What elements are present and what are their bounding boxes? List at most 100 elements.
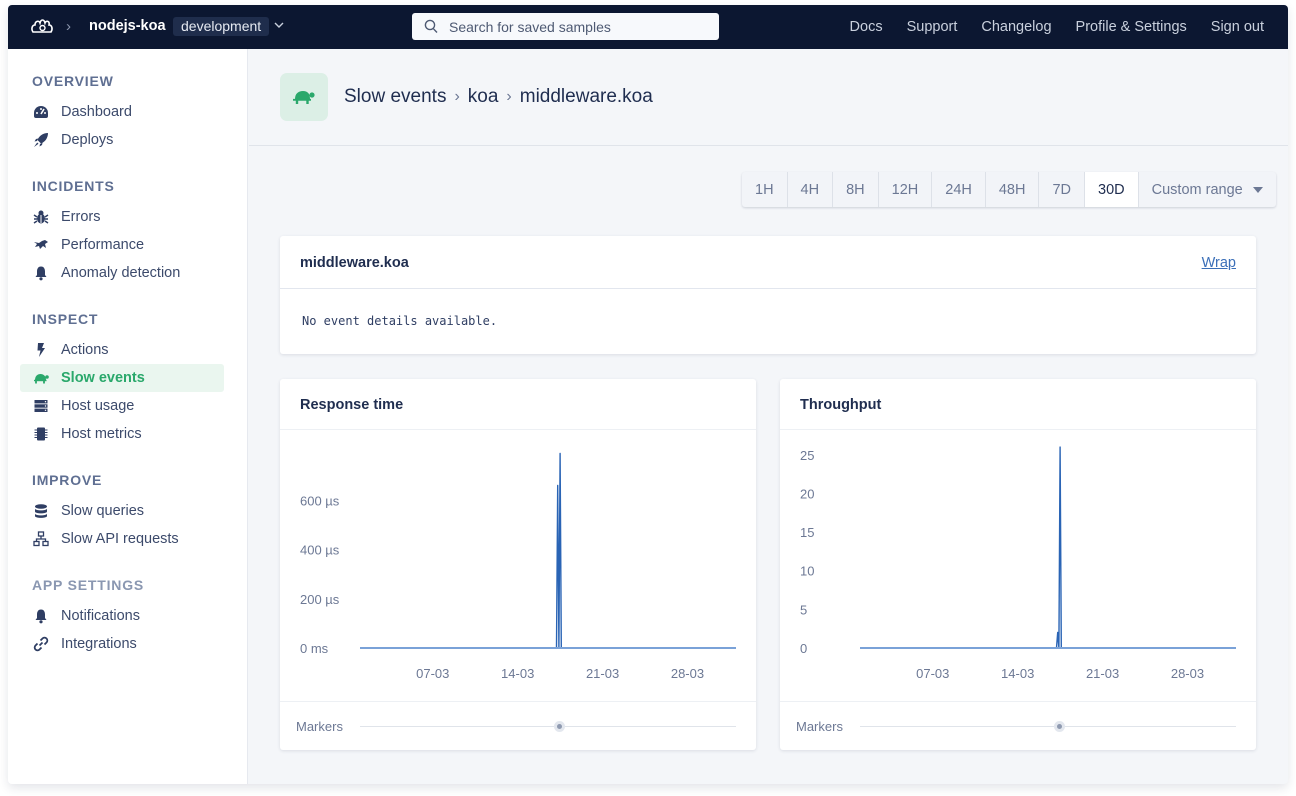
top-nav: Docs Support Changelog Profile & Setting… <box>850 5 1264 49</box>
range-48h[interactable]: 48H <box>986 172 1040 207</box>
sidebar: OVERVIEW Dashboard Deploys INCIDENTS Err… <box>8 49 248 784</box>
slow-events-badge <box>280 73 328 121</box>
rocket-icon <box>34 133 48 147</box>
sidebar-item-slow-queries[interactable]: Slow queries <box>20 497 224 525</box>
app-name[interactable]: nodejs-koa <box>89 18 166 34</box>
x-tick-label: 07-03 <box>916 666 949 681</box>
breadcrumb-chevron-icon: › <box>454 88 460 105</box>
sidebar-section-overview: OVERVIEW <box>32 73 114 89</box>
event-details-header: middleware.koa Wrap <box>280 236 1256 289</box>
caret-down-icon <box>1252 186 1263 193</box>
sidebar-item-label: Deploys <box>61 132 114 148</box>
deploy-marker[interactable] <box>553 721 565 732</box>
nav-sign-out[interactable]: Sign out <box>1211 19 1264 35</box>
x-tick-label: 07-03 <box>416 666 449 681</box>
sidebar-item-label: Host metrics <box>61 426 142 442</box>
chip-icon <box>34 427 48 441</box>
range-24h[interactable]: 24H <box>932 172 986 207</box>
breadcrumb-event: middleware.koa <box>519 86 653 107</box>
deploy-marker[interactable] <box>1053 721 1065 732</box>
x-tick-label: 14-03 <box>501 666 534 681</box>
response-time-card: Response time 0 ms 200 µs 400 µs 600 µs 07-0… <box>280 379 756 750</box>
turtle-icon <box>34 374 49 384</box>
y-tick-label: 15 <box>800 525 814 540</box>
throughput-chart[interactable]: 0 5 10 15 20 25 07-03 14-03 21-03 28-03 <box>780 431 1256 701</box>
throughput-card: Throughput 0 5 10 15 20 25 07-03 14-03 21-03 28-0… <box>780 379 1256 750</box>
sidebar-item-dashboard[interactable]: Dashboard <box>20 98 224 126</box>
markers-track <box>860 726 1236 727</box>
sidebar-item-actions[interactable]: Actions <box>20 336 224 364</box>
markers-row: Markers <box>780 701 1256 750</box>
event-details-card: middleware.koa Wrap No event details ava… <box>280 236 1256 354</box>
breadcrumb-slow-events[interactable]: Slow events <box>344 86 446 108</box>
bolt-icon <box>37 343 45 357</box>
search-box[interactable] <box>412 13 719 40</box>
x-tick-label: 14-03 <box>1001 666 1034 681</box>
chevron-down-icon[interactable] <box>273 18 285 32</box>
breadcrumb: Slow events › koa › middleware.koa <box>344 86 653 108</box>
custom-range-dropdown[interactable]: Custom range <box>1139 172 1276 207</box>
environment-badge[interactable]: development <box>173 17 270 36</box>
sidebar-item-notifications[interactable]: Notifications <box>20 602 224 630</box>
page-header: Slow events › koa › middleware.koa <box>249 49 1288 146</box>
search-icon <box>424 19 438 33</box>
sidebar-section-improve: IMPROVE <box>32 472 103 488</box>
response-time-header: Response time <box>280 379 756 430</box>
sidebar-item-host-usage[interactable]: Host usage <box>20 392 224 420</box>
x-tick-label: 21-03 <box>586 666 619 681</box>
sidebar-item-deploys[interactable]: Deploys <box>20 126 224 154</box>
turtle-icon <box>293 91 315 104</box>
sidebar-item-label: Integrations <box>61 636 137 652</box>
chart-title: Response time <box>300 397 404 413</box>
range-1h[interactable]: 1H <box>742 172 788 207</box>
markers-label: Markers <box>796 719 843 734</box>
search-input[interactable] <box>449 17 709 36</box>
appsignal-logo-icon[interactable] <box>30 17 54 37</box>
nav-docs[interactable]: Docs <box>850 19 883 35</box>
bell-icon <box>35 266 47 281</box>
response-time-chart[interactable]: 0 ms 200 µs 400 µs 600 µs 07-03 14-03 21-03 28-… <box>280 431 756 701</box>
event-details-title: middleware.koa <box>300 255 409 271</box>
range-8h[interactable]: 8H <box>833 172 879 207</box>
main-content: Slow events › koa › middleware.koa 1H 4H… <box>249 49 1288 784</box>
series-line <box>860 446 1236 649</box>
sidebar-item-label: Anomaly detection <box>61 265 181 281</box>
server-icon <box>34 400 48 412</box>
bug-icon <box>33 210 49 224</box>
sidebar-item-label: Dashboard <box>61 104 132 120</box>
sidebar-item-label: Slow API requests <box>61 531 179 547</box>
throughput-header: Throughput <box>780 379 1256 430</box>
custom-range-label: Custom range <box>1151 181 1243 198</box>
range-30d[interactable]: 30D <box>1085 172 1139 207</box>
y-tick-label: 400 µs <box>300 543 340 558</box>
time-range-selector: 1H 4H 8H 12H 24H 48H 7D 30D Custom range <box>742 172 1276 207</box>
sidebar-item-label: Notifications <box>61 608 140 624</box>
x-tick-label: 28-03 <box>1171 666 1204 681</box>
database-icon <box>35 504 47 518</box>
breadcrumb-namespace[interactable]: koa <box>468 86 499 108</box>
breadcrumb-chevron-icon: › <box>66 18 71 35</box>
sidebar-item-anomaly-detection[interactable]: Anomaly detection <box>20 259 224 287</box>
sidebar-item-label: Slow queries <box>61 503 145 519</box>
sidebar-item-slow-events[interactable]: Slow events <box>20 364 224 392</box>
y-tick-label: 0 ms <box>300 641 329 656</box>
range-12h[interactable]: 12H <box>879 172 933 207</box>
app-window: › nodejs-koa development Docs Support Ch… <box>8 5 1288 784</box>
nav-profile-settings[interactable]: Profile & Settings <box>1076 19 1187 35</box>
series-line <box>360 452 736 649</box>
sidebar-item-host-metrics[interactable]: Host metrics <box>20 420 224 448</box>
range-7d[interactable]: 7D <box>1039 172 1086 207</box>
wrap-toggle-link[interactable]: Wrap <box>1202 255 1236 271</box>
sidebar-item-slow-api-requests[interactable]: Slow API requests <box>20 525 224 553</box>
sidebar-item-errors[interactable]: Errors <box>20 203 224 231</box>
sidebar-section-incidents: INCIDENTS <box>32 178 115 194</box>
dashboard-icon <box>34 106 48 118</box>
link-icon <box>33 636 49 652</box>
range-4h[interactable]: 4H <box>788 172 834 207</box>
nav-support[interactable]: Support <box>907 19 958 35</box>
nav-changelog[interactable]: Changelog <box>981 19 1051 35</box>
event-details-body: No event details available. <box>302 314 498 328</box>
sidebar-item-performance[interactable]: Performance <box>20 231 224 259</box>
sidebar-item-integrations[interactable]: Integrations <box>20 630 224 658</box>
markers-row: Markers <box>280 701 756 750</box>
